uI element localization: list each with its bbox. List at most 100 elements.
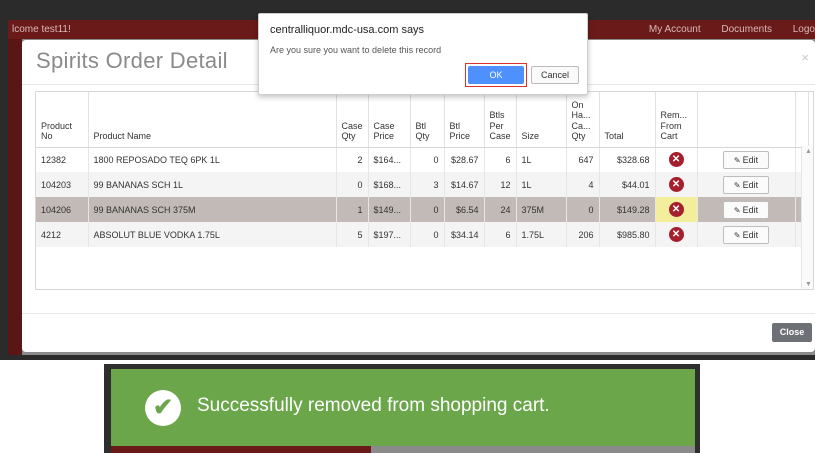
cell-case-price: $168... bbox=[368, 172, 411, 197]
remove-x-circle-icon[interactable]: ✕ bbox=[668, 227, 684, 242]
cell-case-qty: 2 bbox=[336, 147, 369, 172]
cell-on-hand: 206 bbox=[566, 222, 600, 247]
header-total[interactable]: Total bbox=[599, 92, 656, 148]
edit-button[interactable]: ✎ Edit bbox=[723, 225, 770, 244]
edit-label: Edit bbox=[742, 204, 759, 215]
header-remove-from-cart[interactable]: Rem... From Cart bbox=[655, 92, 698, 148]
cell-edit: ✎ Edit bbox=[697, 197, 796, 222]
header-case-qty[interactable]: Case Qty bbox=[336, 92, 369, 148]
cell-btl-qty: 0 bbox=[410, 222, 445, 247]
cell-product-no: 4212 bbox=[36, 222, 89, 247]
cell-on-hand: 4 bbox=[566, 172, 600, 197]
checkmark-circle-icon: ✔ bbox=[145, 390, 181, 426]
cell-total: $44.01 bbox=[599, 172, 656, 197]
cell-btls-per-case: 24 bbox=[484, 197, 517, 222]
cell-product-name: ABSOLUT BLUE VODKA 1.75L bbox=[88, 222, 337, 247]
cell-product-no: 104203 bbox=[36, 172, 89, 197]
cell-size: 1L bbox=[516, 172, 567, 197]
cell-remove: ✕ bbox=[655, 172, 698, 197]
cell-size: 375M bbox=[516, 197, 567, 222]
table-row[interactable]: 12382 1800 REPOSADO TEQ 6PK 1L 2 $164...… bbox=[36, 147, 809, 172]
cell-remove: ✕ bbox=[655, 147, 698, 172]
cell-total: $328.68 bbox=[599, 147, 656, 172]
edit-label: Edit bbox=[742, 229, 759, 240]
confirm-origin-text: centralliquor.mdc-usa.com says bbox=[270, 24, 425, 36]
cell-size: 1.75L bbox=[516, 222, 567, 247]
cell-product-no: 12382 bbox=[36, 147, 89, 172]
cell-case-price: $197... bbox=[368, 222, 411, 247]
topbar-links: My Account Documents Logo bbox=[631, 20, 815, 39]
cell-total: $985.80 bbox=[599, 222, 656, 247]
order-table-container: Product No Product Name Case Qty Case Pr… bbox=[35, 91, 814, 290]
scroll-up-arrow-icon[interactable]: ▲ bbox=[805, 148, 812, 155]
cell-on-hand: 647 bbox=[566, 147, 600, 172]
header-btl-price[interactable]: Btl Price bbox=[444, 92, 485, 148]
cell-case-qty: 1 bbox=[336, 197, 369, 222]
cell-product-no: 104206 bbox=[36, 197, 89, 222]
logout-link[interactable]: Logo bbox=[793, 24, 815, 35]
table-row[interactable]: 4212 ABSOLUT BLUE VODKA 1.75L 5 $197... … bbox=[36, 222, 809, 247]
remove-x-circle-icon[interactable]: ✕ bbox=[668, 202, 684, 217]
header-scroll-spacer bbox=[795, 92, 809, 148]
modal-footer-divider bbox=[22, 313, 815, 314]
order-table: Product No Product Name Case Qty Case Pr… bbox=[36, 92, 809, 247]
cell-case-qty: 5 bbox=[336, 222, 369, 247]
header-size[interactable]: Size bbox=[516, 92, 567, 148]
cell-product-name: 99 BANANAS SCH 375M bbox=[88, 197, 337, 222]
close-button[interactable]: Close bbox=[772, 323, 812, 342]
cell-btls-per-case: 6 bbox=[484, 147, 517, 172]
header-edit bbox=[697, 92, 796, 148]
welcome-text: lcome test11! bbox=[12, 24, 71, 35]
table-row[interactable]: 104206 99 BANANAS SCH 375M 1 $149... 0 $… bbox=[36, 197, 809, 222]
pencil-icon: ✎ bbox=[733, 205, 741, 215]
header-btls-per-case[interactable]: Btls Per Case bbox=[484, 92, 517, 148]
success-toast: ✔ Successfully removed from shopping car… bbox=[111, 369, 695, 446]
remove-x-circle-icon[interactable]: ✕ bbox=[668, 152, 684, 168]
confirm-dialog: centralliquor.mdc-usa.com says Are you s… bbox=[258, 13, 588, 95]
cell-btl-price: $28.67 bbox=[444, 147, 485, 172]
cell-remove: ✕ bbox=[655, 197, 698, 222]
toast-underlay-right bbox=[371, 446, 695, 453]
cell-size: 1L bbox=[516, 147, 567, 172]
cell-btl-qty: 3 bbox=[410, 172, 445, 197]
cell-edit: ✎ Edit bbox=[697, 147, 796, 172]
cell-case-price: $164... bbox=[368, 147, 411, 172]
table-header-row: Product No Product Name Case Qty Case Pr… bbox=[36, 92, 809, 148]
remove-x-circle-icon[interactable]: ✕ bbox=[668, 177, 684, 192]
cell-case-qty: 0 bbox=[336, 172, 369, 197]
edit-button[interactable]: ✎ Edit bbox=[723, 150, 770, 169]
header-product-no[interactable]: Product No bbox=[36, 92, 89, 148]
edit-label: Edit bbox=[742, 154, 759, 165]
documents-link[interactable]: Documents bbox=[721, 24, 772, 35]
header-product-name[interactable]: Product Name bbox=[88, 92, 337, 148]
confirm-message: Are you sure you want to delete this rec… bbox=[270, 45, 442, 55]
cell-total: $149.28 bbox=[599, 197, 656, 222]
header-on-hand-case-qty[interactable]: On Ha... Ca... Qty bbox=[566, 92, 600, 148]
header-case-price[interactable]: Case Price bbox=[368, 92, 411, 148]
cell-btls-per-case: 6 bbox=[484, 222, 517, 247]
close-icon[interactable]: × bbox=[801, 50, 809, 65]
cell-edit: ✎ Edit bbox=[697, 222, 796, 247]
table-scrollbar[interactable]: ▲ ▼ bbox=[801, 146, 813, 289]
pencil-icon: ✎ bbox=[733, 180, 741, 190]
my-account-link[interactable]: My Account bbox=[649, 24, 701, 35]
cell-case-price: $149... bbox=[368, 197, 411, 222]
header-btl-qty[interactable]: Btl Qty bbox=[410, 92, 445, 148]
cell-product-name: 1800 REPOSADO TEQ 6PK 1L bbox=[88, 147, 337, 172]
ok-button[interactable]: OK bbox=[468, 66, 524, 84]
cell-btl-price: $34.14 bbox=[444, 222, 485, 247]
app-sidebar bbox=[8, 39, 22, 355]
edit-button[interactable]: ✎ Edit bbox=[723, 200, 770, 219]
cell-btls-per-case: 12 bbox=[484, 172, 517, 197]
edit-button[interactable]: ✎ Edit bbox=[723, 175, 770, 194]
scroll-down-arrow-icon[interactable]: ▼ bbox=[805, 281, 812, 288]
table-row[interactable]: 104203 99 BANANAS SCH 1L 0 $168... 3 $14… bbox=[36, 172, 809, 197]
cell-btl-price: $14.67 bbox=[444, 172, 485, 197]
pencil-icon: ✎ bbox=[733, 155, 741, 165]
cancel-button[interactable]: Cancel bbox=[531, 66, 579, 84]
toast-underlay-left bbox=[111, 446, 371, 453]
cell-remove: ✕ bbox=[655, 222, 698, 247]
cell-on-hand: 0 bbox=[566, 197, 600, 222]
toast-message: Successfully removed from shopping cart. bbox=[197, 395, 550, 416]
cell-btl-price: $6.54 bbox=[444, 197, 485, 222]
